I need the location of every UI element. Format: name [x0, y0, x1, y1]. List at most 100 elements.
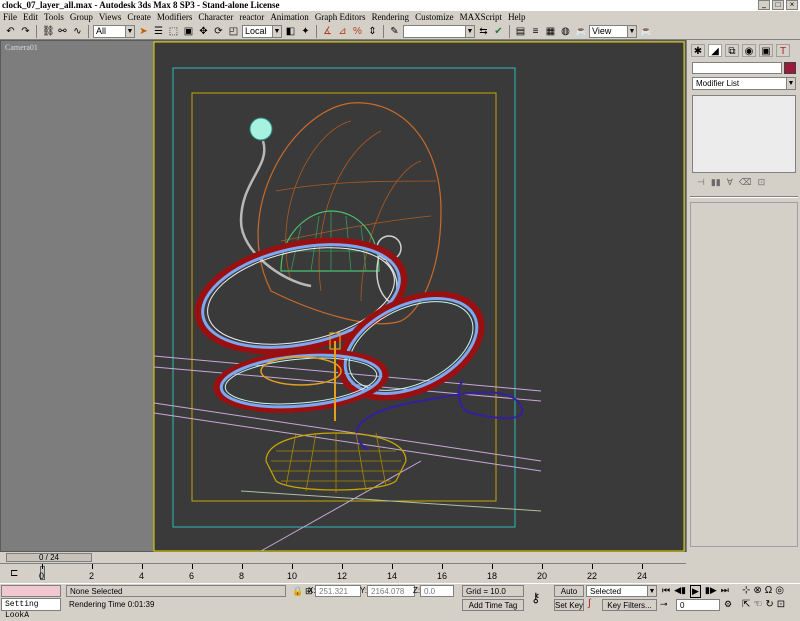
- next-frame-icon[interactable]: ▮▶: [705, 585, 717, 598]
- go-to-start-icon[interactable]: ⏮: [662, 585, 670, 598]
- menu-tools[interactable]: Tools: [44, 11, 64, 23]
- key-mode-dropdown[interactable]: Selected ▼: [586, 585, 657, 597]
- menu-customize[interactable]: Customize: [415, 11, 454, 23]
- object-name-field[interactable]: [692, 62, 782, 74]
- named-selection-dropdown[interactable]: ▼: [403, 24, 475, 38]
- angle-snap-icon[interactable]: ⊿: [336, 25, 349, 38]
- menu-graph-editors[interactable]: Graph Editors: [315, 11, 366, 23]
- modifier-stack[interactable]: [692, 95, 796, 173]
- key-filters-button[interactable]: Key Filters...: [602, 599, 657, 611]
- make-unique-icon[interactable]: ∀: [727, 177, 733, 188]
- rotate-icon[interactable]: ⟳: [212, 25, 225, 38]
- play-icon[interactable]: ▶: [689, 585, 701, 598]
- modifier-list-dropdown[interactable]: Modifier List ▼: [692, 77, 796, 90]
- auto-key-button[interactable]: Auto Key: [554, 585, 584, 607]
- show-end-result-icon[interactable]: ▮▮: [711, 177, 721, 188]
- go-to-end-icon[interactable]: ⏭: [721, 585, 729, 598]
- menu-modifiers[interactable]: Modifiers: [157, 11, 193, 23]
- create-icon[interactable]: ✱: [691, 44, 705, 57]
- dolly-icon[interactable]: ⇱: [742, 599, 750, 610]
- quick-render-icon[interactable]: ☕: [639, 25, 652, 38]
- y-coordinate-field[interactable]: 2164.078: [367, 585, 415, 597]
- truck-icon[interactable]: ☜: [753, 599, 762, 610]
- current-frame-field[interactable]: 0: [676, 599, 720, 611]
- x-coordinate-field[interactable]: 251.321: [315, 585, 361, 597]
- align-icon[interactable]: ✔: [492, 25, 505, 38]
- percent-snap-icon[interactable]: %: [351, 25, 364, 38]
- menu-create[interactable]: Create: [127, 11, 150, 23]
- menu-character[interactable]: Character: [198, 11, 233, 23]
- menu-rendering[interactable]: Rendering: [372, 11, 410, 23]
- minimize-button[interactable]: _: [758, 0, 770, 10]
- window-crossing-icon[interactable]: ▣: [182, 25, 195, 38]
- snap-icon[interactable]: ∡: [321, 25, 334, 38]
- object-color-swatch[interactable]: [784, 62, 796, 74]
- utilities-icon[interactable]: T: [776, 44, 790, 57]
- unlink-icon[interactable]: ⚯: [56, 25, 69, 38]
- render-scene-icon[interactable]: ☕: [574, 25, 587, 38]
- menu-views[interactable]: Views: [99, 11, 121, 23]
- maximize-viewport-icon[interactable]: ⊡: [777, 599, 785, 610]
- selection-filter-dropdown[interactable]: All ▼: [93, 24, 135, 38]
- pin-stack-icon[interactable]: ⊣: [697, 177, 705, 188]
- antenna-ball[interactable]: [249, 117, 273, 141]
- menu-help[interactable]: Help: [508, 11, 526, 23]
- menu-reactor[interactable]: reactor: [239, 11, 264, 23]
- maxscript-listener-input[interactable]: [1, 585, 61, 597]
- menu-maxscript[interactable]: MAXScript: [460, 11, 503, 23]
- menu-file[interactable]: File: [3, 11, 17, 23]
- remove-modifier-icon[interactable]: ⌫: [739, 177, 752, 188]
- redo-icon[interactable]: ↷: [19, 25, 32, 38]
- curve-editor-icon[interactable]: ≡: [529, 25, 542, 38]
- set-key-button[interactable]: Set Key: [554, 599, 584, 611]
- key-tangent-icon[interactable]: ∫: [588, 598, 591, 609]
- move-icon[interactable]: ✥: [197, 25, 210, 38]
- modify-icon[interactable]: ◢: [708, 44, 722, 57]
- display-icon[interactable]: ▣: [759, 44, 773, 57]
- bind-spacewarp-icon[interactable]: ∿: [71, 25, 84, 38]
- track-bar[interactable]: ⊏ 0 2 4 6 8 10 12 14 16 18 20 22 24: [0, 563, 686, 583]
- previous-frame-icon[interactable]: ◀▮: [674, 585, 686, 598]
- menu-animation[interactable]: Animation: [270, 11, 309, 23]
- manipulate-icon[interactable]: ✦: [299, 25, 312, 38]
- zoom-icon[interactable]: ⊹: [742, 585, 750, 596]
- mirror-icon[interactable]: ⇆: [477, 25, 490, 38]
- field-of-view-icon[interactable]: ◎: [775, 585, 784, 596]
- ref-coord-dropdown[interactable]: Local ▼: [242, 24, 282, 38]
- motion-icon[interactable]: ◉: [742, 44, 756, 57]
- scale-icon[interactable]: ◰: [227, 25, 240, 38]
- curve-editor-toggle-icon[interactable]: ⊏: [10, 568, 18, 579]
- orbit-icon[interactable]: Ω: [765, 585, 772, 596]
- camera-viewport[interactable]: Camera01: [0, 40, 686, 552]
- menu-edit[interactable]: Edit: [23, 11, 38, 23]
- time-slider[interactable]: 0 / 24: [6, 553, 92, 562]
- menu-group[interactable]: Group: [70, 11, 93, 23]
- close-button[interactable]: ×: [786, 0, 798, 10]
- select-link-icon[interactable]: ⛓: [41, 25, 55, 38]
- schematic-view-icon[interactable]: ▦: [544, 25, 557, 38]
- pivot-icon[interactable]: ◧: [284, 25, 297, 38]
- key-mode-toggle-icon[interactable]: ⊸: [660, 599, 668, 610]
- layer-manager-icon[interactable]: ▤: [514, 25, 527, 38]
- z-coordinate-field[interactable]: 0.0: [420, 585, 454, 597]
- set-key-icon[interactable]: ⚷: [531, 590, 541, 606]
- add-time-tag-button[interactable]: Add Time Tag: [462, 599, 524, 611]
- roll-icon[interactable]: ↻: [765, 599, 773, 610]
- zoom-all-icon[interactable]: ⊗: [753, 585, 761, 596]
- configure-sets-icon[interactable]: ⊡: [758, 177, 766, 188]
- select-by-name-icon[interactable]: ☰: [152, 25, 165, 38]
- time-config-icon[interactable]: ⚙: [724, 599, 732, 610]
- maximize-button[interactable]: □: [772, 0, 784, 10]
- time-slider-track[interactable]: 0 / 24: [0, 552, 686, 563]
- hierarchy-icon[interactable]: ⧉: [725, 44, 739, 57]
- rollout-area[interactable]: [690, 202, 798, 547]
- edit-named-selection-icon[interactable]: ✎: [388, 25, 401, 38]
- select-object-icon[interactable]: ➤: [137, 25, 150, 38]
- lock-selection-icon[interactable]: 🔒: [292, 586, 303, 597]
- rect-selection-icon[interactable]: ⬚: [167, 25, 180, 38]
- maxscript-output[interactable]: Setting LookA: [1, 598, 61, 620]
- undo-icon[interactable]: ↶: [4, 25, 17, 38]
- material-editor-icon[interactable]: ◍: [559, 25, 572, 38]
- spinner-snap-icon[interactable]: ⇕: [366, 25, 379, 38]
- render-type-dropdown[interactable]: View ▼: [589, 24, 637, 38]
